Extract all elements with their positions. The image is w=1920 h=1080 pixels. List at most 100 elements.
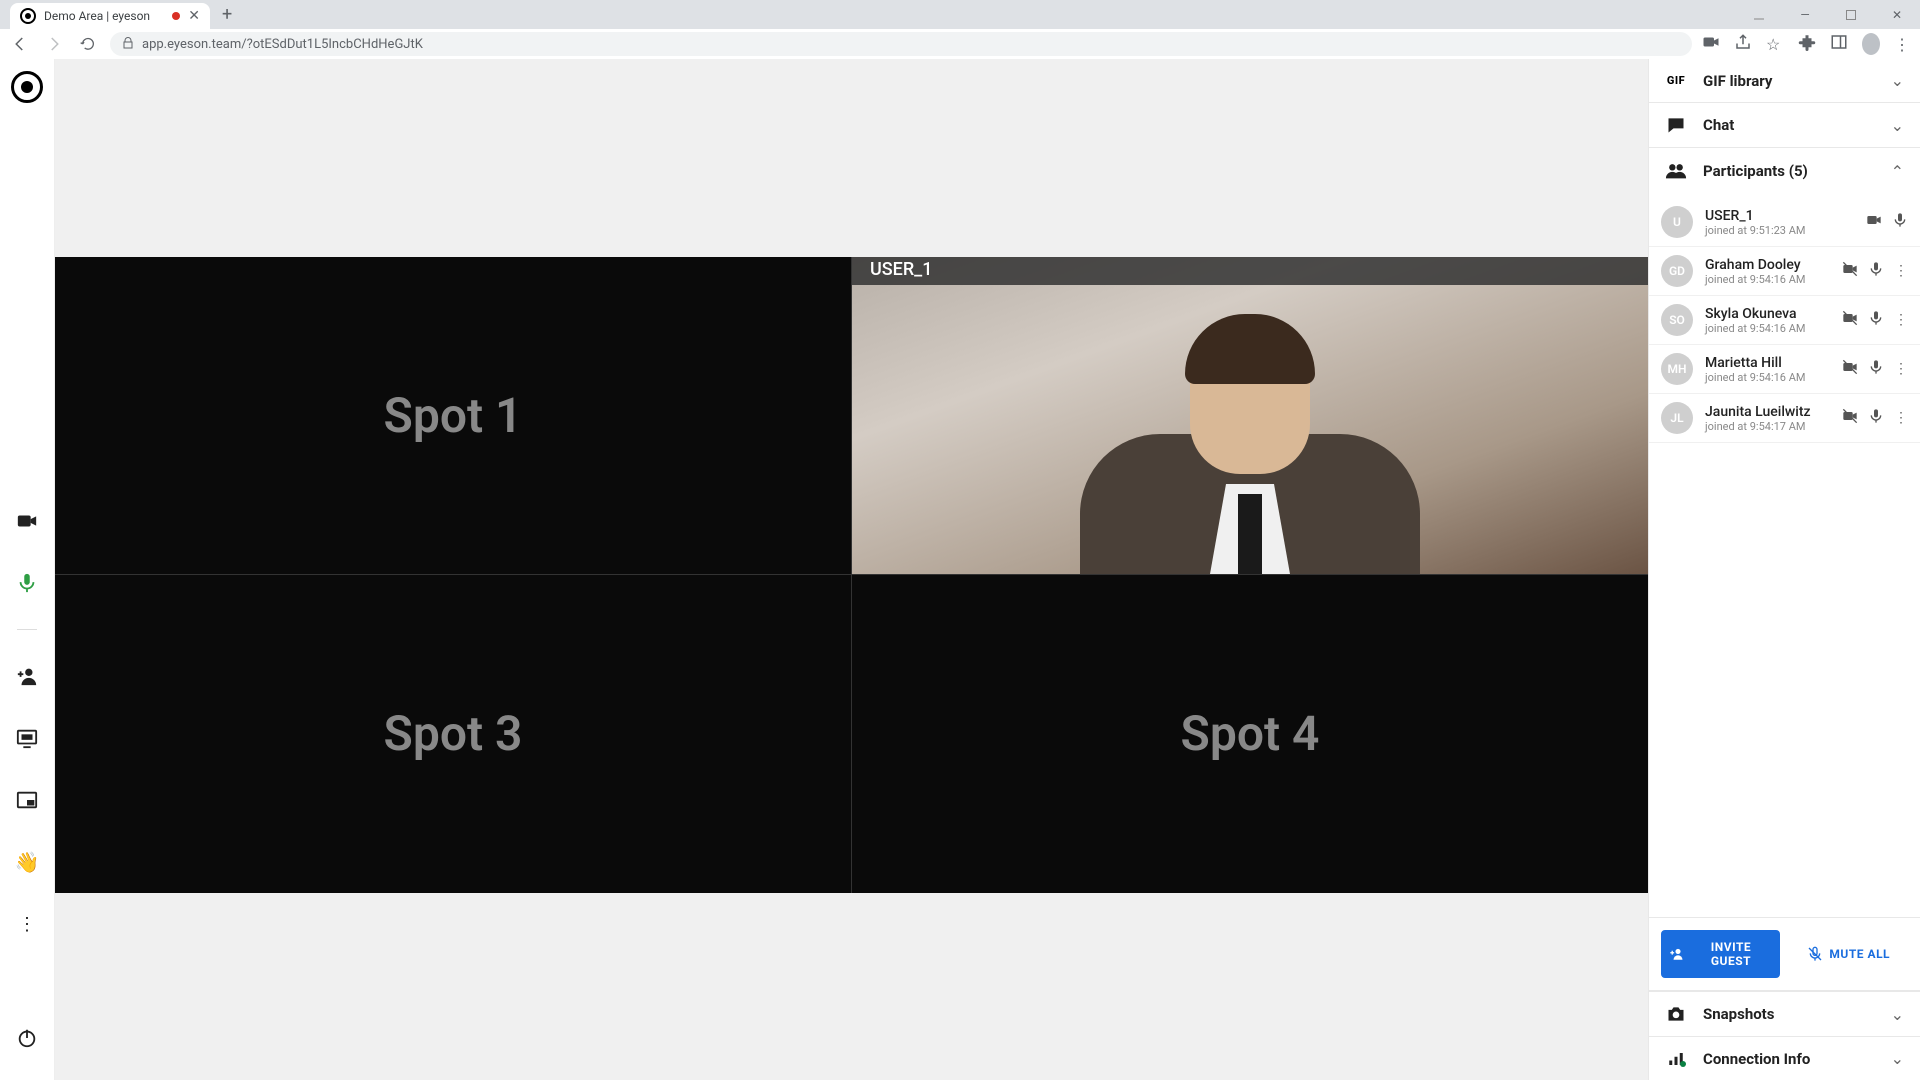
spot-label: Spot 4 [1181,705,1320,762]
new-tab-button[interactable]: + [222,4,232,29]
participant-more-icon[interactable]: ⋮ [1894,361,1908,377]
connection-info-header[interactable]: Connection Info ⌄ [1649,1037,1920,1080]
video-user-label: USER_1 [852,257,1648,285]
leave-call-button[interactable] [9,1020,45,1056]
gif-icon: GIF [1665,74,1687,87]
invite-guest-button[interactable]: INVITE GUEST [1661,930,1780,978]
participant-more-icon[interactable]: ⋮ [1894,410,1908,426]
profile-avatar[interactable] [1862,33,1880,55]
chevron-down-icon: ⌄ [1891,1005,1904,1024]
participant-camera-icon[interactable] [1866,212,1882,232]
participant-camera-icon[interactable] [1842,359,1858,379]
more-options-button[interactable]: ⋮ [9,906,45,942]
participant-name: Marietta Hill [1705,355,1830,371]
participants-title: Participants (5) [1703,162,1875,180]
participant-name: USER_1 [1705,208,1854,224]
participant-camera-icon[interactable] [1842,408,1858,428]
right-panel: GIF GIF library ⌄ Chat ⌄ Participants (5… [1648,59,1920,1080]
add-person-button[interactable] [9,658,45,694]
participant-joined-time: joined at 9:54:16 AM [1705,273,1830,286]
participant-avatar: SO [1661,304,1693,336]
gif-library-title: GIF library [1703,72,1875,90]
chrome-actions: ☆ ⋮ [1702,33,1912,55]
spot-label: Spot 3 [384,705,523,762]
chevron-down-icon: ⌄ [1891,71,1904,90]
participant-mic-icon[interactable] [1868,408,1884,428]
window-minimized-icon[interactable]: — [1782,0,1828,29]
lock-icon [122,37,134,52]
chat-icon [1665,115,1687,135]
participants-header[interactable]: Participants (5) ⌃ [1649,148,1920,194]
spot-label: Spot 1 [384,387,523,444]
camera-status-icon[interactable] [1702,33,1720,55]
video-grid: Spot 1 USER_1 Spot 3 Spot 4 [55,257,1648,893]
participant-mic-icon[interactable] [1868,261,1884,281]
browser-tab[interactable]: Demo Area | eyeson ✕ [10,3,210,29]
tab-strip: Demo Area | eyeson ✕ + — ✕ [0,0,1920,29]
window-maximize-icon[interactable] [1828,0,1874,29]
participant-row[interactable]: GDGraham Dooleyjoined at 9:54:16 AM⋮ [1649,247,1920,296]
participant-joined-time: joined at 9:54:16 AM [1705,371,1830,384]
snapshots-title: Snapshots [1703,1005,1875,1023]
recording-indicator-icon [172,12,180,20]
participant-mic-icon[interactable] [1868,359,1884,379]
bookmark-star-icon[interactable]: ☆ [1766,35,1784,54]
participants-icon [1665,160,1687,182]
participant-row[interactable]: JL Jaunita Lueilwitzjoined at 9:54:17 AM ⋮ [1649,394,1920,443]
participant-row[interactable]: MH Marietta Hilljoined at 9:54:16 AM ⋮ [1649,345,1920,394]
participant-avatar: U [1661,206,1693,238]
participant-joined-time: joined at 9:54:17 AM [1705,420,1830,433]
camera-toggle-button[interactable] [9,503,45,539]
browser-reload-icon[interactable] [76,32,100,56]
participant-more-icon[interactable]: ⋮ [1894,312,1908,328]
extensions-icon[interactable] [1798,33,1816,55]
participant-joined-time: joined at 9:54:16 AM [1705,322,1830,335]
reactions-button[interactable]: 👋 [9,844,45,880]
window-close-icon[interactable]: ✕ [1874,0,1920,29]
tab-close-icon[interactable]: ✕ [188,8,200,24]
participant-camera-icon[interactable] [1842,261,1858,281]
connection-info-title: Connection Info [1703,1050,1875,1068]
gif-library-header[interactable]: GIF GIF library ⌄ [1649,59,1920,102]
video-spot-3[interactable]: Spot 3 [55,575,851,893]
participant-more-icon[interactable]: ⋮ [1894,263,1908,279]
video-spot-4[interactable]: Spot 4 [852,575,1648,893]
url-field[interactable]: app.eyeson.team/?otESdDut1L5IncbCHdHeGJt… [110,32,1692,56]
video-spot-2-user[interactable]: USER_1 [852,257,1648,575]
participant-mic-icon[interactable] [1868,310,1884,330]
app-sidebar: 👋 ⋮ [0,59,55,1080]
participant-avatar: GD [1661,255,1693,287]
video-spot-1[interactable]: Spot 1 [55,257,851,575]
participant-avatar: MH [1661,353,1693,385]
signal-icon [1665,1050,1687,1068]
participant-mic-icon[interactable] [1892,212,1908,232]
participant-camera-icon[interactable] [1842,310,1858,330]
window-minimize-icon[interactable] [1736,0,1782,29]
browser-forward-icon[interactable] [42,32,66,56]
present-button[interactable] [9,720,45,756]
chevron-up-icon: ⌃ [1891,162,1904,181]
share-icon[interactable] [1734,33,1752,55]
tab-favicon [20,8,36,24]
browser-back-icon[interactable] [8,32,32,56]
participant-name: Jaunita Lueilwitz [1705,404,1830,420]
participant-row[interactable]: UUSER_1joined at 9:51:23 AM [1649,198,1920,247]
address-bar: app.eyeson.team/?otESdDut1L5IncbCHdHeGJt… [0,29,1920,59]
chevron-down-icon: ⌄ [1891,116,1904,135]
camera-icon [1665,1004,1687,1024]
video-stage: Spot 1 USER_1 Spot 3 Spot 4 [55,59,1648,1080]
chat-header[interactable]: Chat ⌄ [1649,103,1920,147]
tab-title: Demo Area | eyeson [44,9,150,23]
sidepanel-icon[interactable] [1830,33,1848,55]
participants-list: UUSER_1joined at 9:51:23 AMGDGraham Dool… [1649,194,1920,447]
chat-title: Chat [1703,116,1875,134]
app-logo[interactable] [11,71,43,103]
wave-icon: 👋 [15,850,40,874]
snapshots-header[interactable]: Snapshots ⌄ [1649,992,1920,1036]
mute-all-button[interactable]: MUTE ALL [1790,930,1909,978]
participant-row[interactable]: SOSkyla Okunevajoined at 9:54:16 AM⋮ [1649,296,1920,345]
chrome-menu-icon[interactable]: ⋮ [1894,35,1912,54]
mic-toggle-button[interactable] [9,565,45,601]
participant-avatar: JL [1661,402,1693,434]
pip-button[interactable] [9,782,45,818]
